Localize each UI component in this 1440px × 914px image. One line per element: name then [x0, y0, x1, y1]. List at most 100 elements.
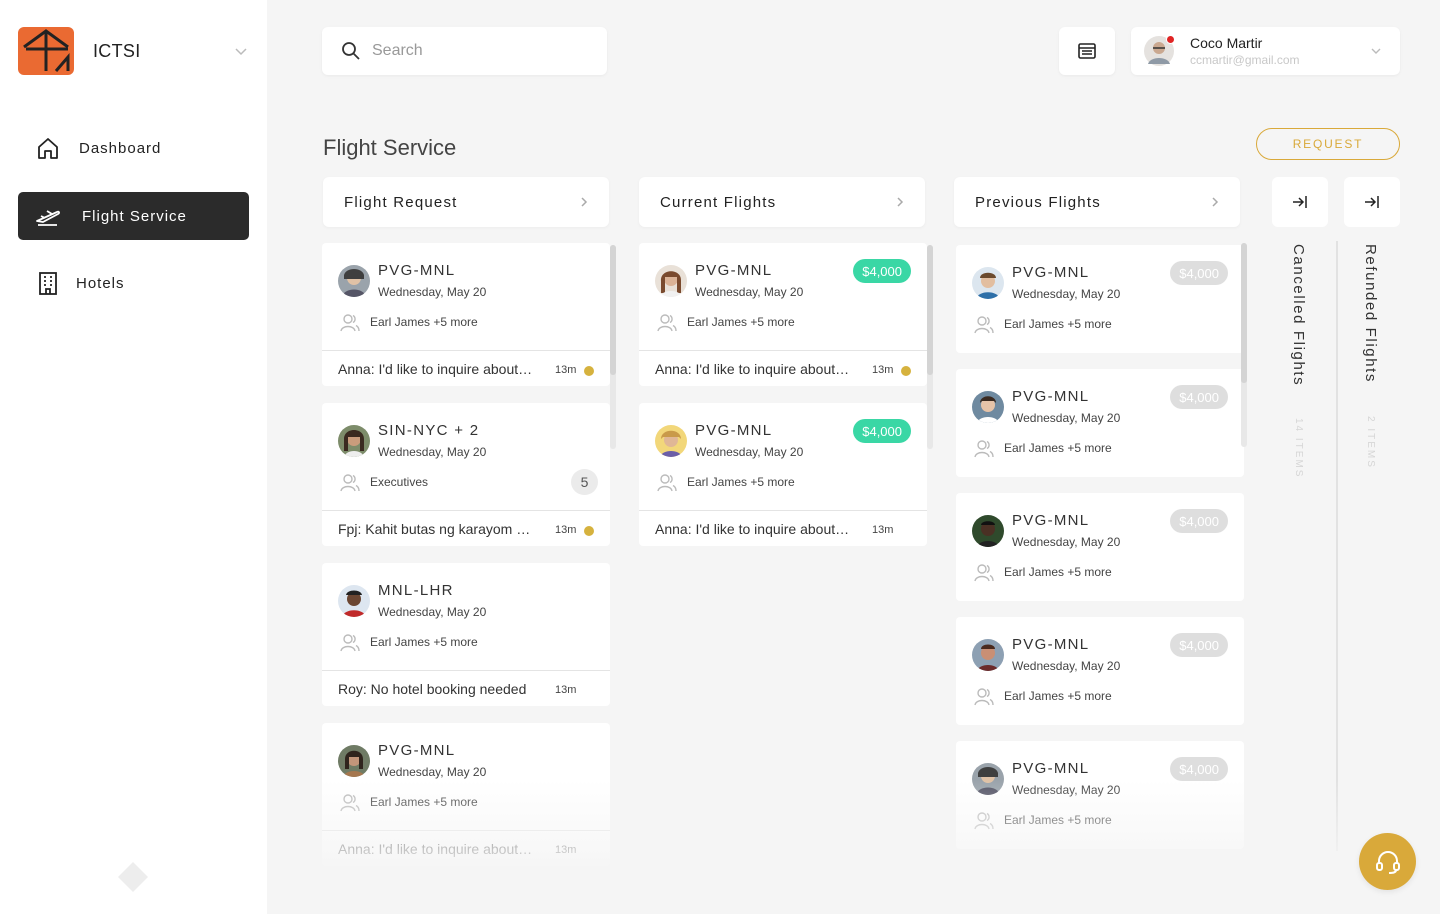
avatar [972, 639, 1004, 671]
route: PVG-MNL [1012, 512, 1090, 529]
date: Wednesday, May 20 [378, 285, 487, 299]
flight-card[interactable]: PVG-MNL Wednesday, May 20 $4,000 Earl Ja… [956, 493, 1244, 601]
users-icon [340, 474, 360, 492]
search-bar[interactable] [322, 27, 607, 75]
nav-label: Hotels [76, 274, 125, 292]
date: Wednesday, May 20 [1012, 535, 1121, 549]
flight-card[interactable]: PVG-MNL Wednesday, May 20 $4,000 Earl Ja… [956, 741, 1244, 849]
divider [1336, 241, 1338, 851]
flight-card[interactable]: PVG-MNL Wednesday, May 20 Earl James +5 … [322, 723, 610, 866]
flight-card[interactable]: PVG-MNL Wednesday, May 20 Earl James +5 … [322, 243, 610, 386]
price-badge: $4,000 [1170, 385, 1228, 409]
expand-refunded-button[interactable] [1344, 177, 1400, 227]
flight-card[interactable]: MNL-LHR Wednesday, May 20 Earl James +5 … [322, 563, 610, 706]
passengers: Earl James +5 more [370, 315, 478, 329]
passengers: Executives [370, 475, 429, 489]
message-time: 13m [555, 684, 577, 696]
date: Wednesday, May 20 [378, 765, 487, 779]
message-preview[interactable]: Anna: I'd like to inquire about the flig… [322, 830, 610, 866]
flight-card[interactable]: PVG-MNL Wednesday, May 20 $4,000 Earl Ja… [639, 243, 927, 386]
price-badge: $4,000 [1170, 757, 1228, 781]
avatar [338, 745, 370, 777]
chevron-down-icon[interactable] [1370, 45, 1382, 57]
avatar [655, 425, 687, 457]
column-header-previous-flights[interactable]: Previous Flights [954, 177, 1240, 227]
passengers: Earl James +5 more [1004, 565, 1112, 579]
avatar [972, 515, 1004, 547]
user-name: Coco Martir [1190, 35, 1263, 51]
nav-item-hotels[interactable]: Hotels [18, 259, 249, 307]
message-preview[interactable]: Anna: I'd like to inquire about the flig… [639, 350, 927, 386]
scrollbar-thumb[interactable] [927, 245, 933, 375]
passengers: Earl James +5 more [1004, 813, 1112, 827]
message-preview[interactable]: Roy: No hotel booking needed 13m [322, 670, 610, 706]
price-badge: $4,000 [853, 259, 911, 283]
unread-dot [584, 526, 594, 536]
column-header-current-flights[interactable]: Current Flights [639, 177, 925, 227]
passengers: Earl James +5 more [1004, 317, 1112, 331]
scrollbar-thumb[interactable] [610, 245, 616, 375]
passenger-count-badge: 5 [571, 469, 598, 495]
flight-card[interactable]: PVG-MNL Wednesday, May 20 $4,000 Earl Ja… [956, 617, 1244, 725]
route: PVG-MNL [378, 262, 456, 279]
flight-card[interactable]: SIN-NYC + 2 Wednesday, May 20 Executives… [322, 403, 610, 546]
users-icon [974, 688, 994, 706]
route: PVG-MNL [695, 262, 773, 279]
plane-icon [35, 203, 61, 229]
message-time: 13m [555, 364, 577, 376]
list-view-button[interactable] [1059, 27, 1115, 75]
support-button[interactable] [1359, 833, 1416, 890]
refunded-flights-title[interactable]: Refunded Flights [1362, 244, 1379, 383]
column-header-flight-request[interactable]: Flight Request [323, 177, 609, 227]
users-icon [974, 316, 994, 334]
flight-card[interactable]: PVG-MNL Wednesday, May 20 $4,000 Earl Ja… [956, 245, 1244, 353]
user-menu[interactable]: Coco Martir ccmartir@gmail.com [1131, 27, 1400, 75]
message-preview[interactable]: Fpj: Kahit butas ng karayom ay papasukin… [322, 510, 610, 546]
chevron-right-icon [581, 197, 588, 207]
route: PVG-MNL [695, 422, 773, 439]
users-icon [974, 564, 994, 582]
chevron-down-icon[interactable] [234, 44, 248, 58]
building-icon [35, 270, 61, 296]
date: Wednesday, May 20 [378, 445, 487, 459]
passengers: Earl James +5 more [1004, 689, 1112, 703]
message-time: 13m [872, 524, 894, 536]
message-text: Anna: I'd like to inquire about the flig… [655, 521, 851, 537]
nav-item-dashboard[interactable]: Dashboard [18, 124, 249, 172]
message-text: Fpj: Kahit butas ng karayom ay papasukin [338, 521, 534, 537]
user-email: ccmartir@gmail.com [1190, 53, 1300, 67]
brand-switcher[interactable]: ICTSI [18, 27, 248, 75]
route: PVG-MNL [1012, 760, 1090, 777]
message-preview[interactable]: Anna: I'd like to inquire about the flig… [639, 510, 927, 546]
notification-dot [1166, 35, 1175, 44]
scrollbar-thumb[interactable] [1241, 243, 1247, 383]
users-icon [340, 794, 360, 812]
users-icon [657, 474, 677, 492]
avatar [972, 763, 1004, 795]
scrollbar[interactable] [1241, 243, 1247, 447]
flight-card[interactable]: PVG-MNL Wednesday, May 20 $4,000 Earl Ja… [956, 369, 1244, 477]
flight-card[interactable]: PVG-MNL Wednesday, May 20 $4,000 Earl Ja… [639, 403, 927, 546]
cancelled-flights-title[interactable]: Cancelled Flights [1290, 244, 1307, 386]
passengers: Earl James +5 more [370, 795, 478, 809]
avatar [972, 267, 1004, 299]
message-text: Anna: I'd like to inquire about the flig… [338, 841, 534, 857]
expand-right-icon [1293, 196, 1307, 208]
ictsi-logo [18, 27, 74, 75]
message-text: Roy: No hotel booking needed [338, 681, 527, 697]
avatar [972, 391, 1004, 423]
route: PVG-MNL [378, 742, 456, 759]
message-preview[interactable]: Anna: I'd like to inquire about the flig… [322, 350, 610, 386]
expand-cancelled-button[interactable] [1272, 177, 1328, 227]
request-button[interactable]: REQUEST [1256, 128, 1400, 160]
passengers: Earl James +5 more [687, 475, 795, 489]
nav-label: Flight Service [82, 207, 187, 225]
unread-dot [584, 366, 594, 376]
route: PVG-MNL [1012, 388, 1090, 405]
nav-item-flight-service[interactable]: Flight Service [18, 192, 249, 240]
users-icon [340, 314, 360, 332]
message-text: Anna: I'd like to inquire about the flig… [338, 361, 534, 377]
scrollbar[interactable] [927, 245, 933, 449]
search-input[interactable] [372, 42, 592, 60]
scrollbar[interactable] [610, 245, 616, 449]
